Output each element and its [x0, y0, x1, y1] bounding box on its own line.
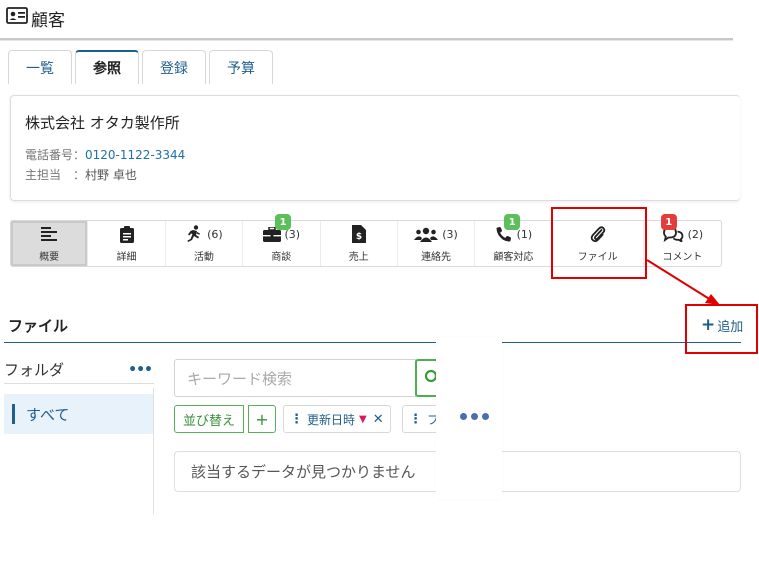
toolbar-detail-button[interactable]: 詳細: [88, 221, 166, 266]
running-icon: [185, 225, 203, 243]
plus-icon: +: [701, 315, 716, 335]
tab-bar: 一覧 参照 登録 予算: [8, 50, 273, 84]
toolbar-support-button[interactable]: 1 (1) 顧客対応: [475, 214, 553, 266]
drag-handle-icon[interactable]: ⋮: [409, 412, 422, 427]
record-toolbar: 概要 詳細 (6) 活動 1 (3) 商談 $ 売上 (3) 連絡先 1 (1)…: [10, 214, 722, 267]
folder-item-all[interactable]: すべて: [4, 394, 153, 434]
search-button[interactable]: [415, 359, 437, 397]
search-input[interactable]: キーワード検索: [174, 359, 416, 397]
invoice-icon: $: [350, 225, 368, 243]
add-sort-button[interactable]: +: [248, 405, 276, 433]
header-divider: [0, 38, 733, 41]
toolbar-comments-button[interactable]: 1 (2) コメント: [644, 214, 721, 266]
search-icon: [421, 368, 437, 388]
tab-list[interactable]: 一覧: [8, 50, 72, 84]
toolbar-label: 連絡先: [421, 252, 452, 263]
loading-indicator: [460, 413, 489, 420]
toolbar-label: 活動: [193, 252, 214, 263]
toolbar-label: 売上: [348, 252, 369, 263]
section-divider: [4, 342, 741, 343]
clipboard-icon: [118, 225, 136, 243]
toolbar-label: 商談: [271, 252, 292, 263]
tab-reference[interactable]: 参照: [75, 50, 139, 84]
page-header: 顧客: [6, 6, 65, 31]
owner-row: 主担当 ：村野 卓也: [25, 165, 726, 185]
support-badge: 1: [504, 214, 521, 230]
close-icon[interactable]: ✕: [373, 412, 384, 427]
drag-handle-icon[interactable]: ⋮: [290, 412, 303, 427]
svg-text:$: $: [356, 232, 362, 242]
folder-title: フォルダ: [4, 361, 65, 379]
owner-label: 主担当 ：: [25, 168, 86, 182]
contacts-count: (3): [442, 227, 458, 241]
toolbar-files-button[interactable]: ファイル: [553, 221, 644, 266]
toolbar-label: 顧客対応: [493, 252, 534, 263]
list-icon: [40, 225, 58, 243]
owner-name: 村野 卓也: [85, 168, 137, 182]
add-file-button[interactable]: + 追加: [701, 315, 744, 336]
toolbar-label: ファイル: [577, 252, 618, 263]
toolbar-activity-button[interactable]: (6) 活動: [166, 221, 244, 266]
toolbar-summary-button[interactable]: 概要: [11, 221, 89, 266]
comments-count: (2): [687, 227, 704, 241]
annotation-arrow: [646, 259, 720, 305]
sort-chip-second[interactable]: ⋮ フ: [402, 405, 438, 433]
more-options-icon[interactable]: •••: [128, 362, 153, 378]
phone-label: 電話番号：: [25, 148, 86, 162]
tab-register[interactable]: 登録: [142, 50, 206, 84]
page-title: 顧客: [31, 10, 65, 31]
sort-desc-icon: ▼: [359, 413, 367, 425]
sort-chip-label: 更新日時: [307, 412, 356, 427]
phone-link[interactable]: 0120-1122-3344: [85, 148, 185, 162]
section-title: ファイル: [8, 317, 69, 335]
pane-divider: [153, 388, 154, 514]
paperclip-icon: [589, 225, 607, 243]
add-label: 追加: [717, 320, 744, 335]
folder-header: フォルダ •••: [4, 356, 154, 384]
toolbar-label: 概要: [39, 252, 60, 263]
toolbar-contacts-button[interactable]: (3) 連絡先: [398, 221, 476, 266]
sort-chip-updated[interactable]: ⋮ 更新日時 ▼ ✕: [283, 405, 391, 433]
toolbar-sales-button[interactable]: $ 売上: [321, 221, 398, 266]
toolbar-deals-button[interactable]: 1 (3) 商談: [243, 214, 321, 266]
comments-badge: 1: [660, 214, 677, 230]
deals-badge: 1: [275, 214, 292, 230]
id-card-icon: [6, 7, 28, 29]
sort-button[interactable]: 並び替え: [174, 405, 245, 433]
toolbar-label: 詳細: [116, 252, 137, 263]
users-icon: [414, 225, 439, 243]
support-count: (1): [516, 227, 533, 241]
activity-count: (6): [207, 227, 223, 241]
tab-budget[interactable]: 予算: [209, 50, 273, 84]
company-name: 株式会社 オタカ製作所: [25, 114, 180, 132]
customer-card: 株式会社 オタカ製作所 電話番号：0120-1122-3344 主担当 ：村野 …: [10, 95, 740, 201]
toolbar-label: コメント: [662, 252, 703, 263]
phone-row: 電話番号：0120-1122-3344: [25, 145, 726, 165]
